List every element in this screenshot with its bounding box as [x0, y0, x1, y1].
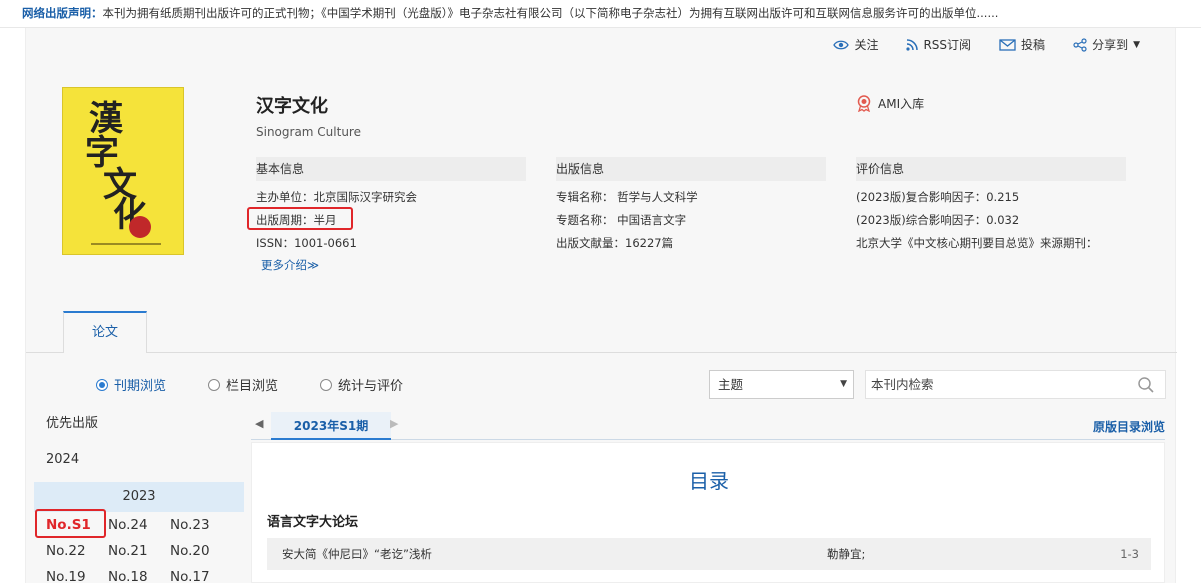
- tab-papers[interactable]: 论文: [63, 311, 147, 353]
- sponsor: 主办单位：北京国际汉字研究会: [256, 190, 417, 204]
- share-label: 分享到: [1092, 38, 1129, 52]
- original-toc-link[interactable]: 原版目录浏览: [1093, 418, 1165, 435]
- search-box: [865, 370, 1166, 399]
- rss-button[interactable]: RSS订阅: [906, 36, 971, 53]
- year-2023[interactable]: 2023: [34, 482, 244, 512]
- article-title[interactable]: 安大简《仲尼曰》“老讫”浅析: [282, 538, 432, 570]
- toc-row[interactable]: 安大简《仲尼曰》“老讫”浅析 勒静宜; 1-3: [267, 538, 1151, 570]
- basic-info-header: 基本信息: [256, 157, 526, 181]
- toolbar: 关注 RSS订阅 投稿 分享到 ▼: [805, 36, 1140, 53]
- article-pages: 1-3: [1120, 547, 1139, 561]
- issue-item[interactable]: No.21: [108, 538, 170, 564]
- browse-mode: 刊期浏览 栏目浏览 统计与评价: [96, 375, 445, 394]
- toc-section-title: 语言文字大论坛: [267, 515, 359, 530]
- rss-label: RSS订阅: [923, 38, 972, 52]
- cover-glyph-1: 漢: [89, 99, 123, 139]
- issue-item[interactable]: No.20: [170, 538, 232, 564]
- eye-icon: [833, 40, 850, 49]
- journal-cover: 漢 字 文 化: [62, 87, 184, 255]
- tabs-divider: [26, 352, 1177, 353]
- radio-column-browse[interactable]: 栏目浏览: [208, 375, 278, 394]
- follow-label: 关注: [854, 38, 879, 52]
- impact-factor-composite: (2023版)复合影响因子：0.215: [856, 190, 1020, 204]
- current-issue-tab[interactable]: 2023年S1期: [271, 412, 391, 440]
- prev-issue-icon[interactable]: ◀: [255, 417, 263, 430]
- notice-label: 网络出版声明：: [22, 6, 103, 20]
- cover-seal: [129, 216, 151, 238]
- table-of-contents: 目录 语言文字大论坛 安大简《仲尼曰》“老讫”浅析 勒静宜; 1-3: [251, 442, 1165, 583]
- search-icon[interactable]: [1137, 376, 1155, 394]
- publish-info: 出版信息 专辑名称： 哲学与人文科学 专题名称： 中国语言文字 出版文献量：16…: [556, 157, 826, 255]
- radio-dot: [96, 378, 108, 391]
- issue-item[interactable]: No.23: [170, 512, 232, 538]
- issue-item[interactable]: No.18: [108, 564, 170, 583]
- evaluation-info: 评价信息 (2023版)复合影响因子：0.215 (2023版)综合影响因子：0…: [856, 157, 1126, 255]
- share-button[interactable]: 分享到 ▼: [1073, 36, 1140, 53]
- search-field-select[interactable]: 主题 ▼: [709, 370, 854, 399]
- cover-strip: [91, 243, 161, 245]
- notice-text: 本刊为拥有纸质期刊出版许可的正式刊物；《中国学术期刊（光盘版）》电子杂志社有限公…: [102, 6, 999, 20]
- radio-label: 栏目浏览: [226, 379, 279, 394]
- dropdown-arrow-icon: ▼: [840, 379, 847, 389]
- award-icon: [857, 95, 871, 112]
- radio-label: 刊期浏览: [114, 379, 167, 394]
- issue-nav: ◀ 2023年S1期 ▶ 原版目录浏览: [251, 412, 1165, 440]
- toc-title: 目录: [689, 469, 729, 493]
- evaluation-info-header: 评价信息: [856, 157, 1126, 181]
- topic-name: 专题名称： 中国语言文字: [556, 213, 687, 227]
- issue-item[interactable]: No.17: [170, 564, 232, 583]
- follow-button[interactable]: 关注: [833, 36, 878, 53]
- next-issue-icon[interactable]: ▶: [390, 417, 398, 430]
- select-value: 主题: [718, 377, 744, 392]
- issue-item[interactable]: No.22: [46, 538, 108, 564]
- impact-factor-comprehensive: (2023版)综合影响因子：0.032: [856, 213, 1020, 227]
- submit-button[interactable]: 投稿: [999, 36, 1045, 53]
- envelope-icon: [999, 38, 1016, 51]
- pku-core-journal: 北京大学《中文核心期刊要目总览》来源期刊：: [856, 236, 1098, 250]
- radio-dot: [320, 378, 333, 391]
- radio-label: 统计与评价: [338, 379, 404, 394]
- publication-notice: 网络出版声明：本刊为拥有纸质期刊出版许可的正式刊物；《中国学术期刊（光盘版）》电…: [0, 0, 1201, 28]
- search-input[interactable]: [866, 371, 1116, 398]
- journal-page: 关注 RSS订阅 投稿 分享到 ▼ 漢 字 文 化 汉字文化 Sinogram …: [25, 28, 1177, 583]
- radio-statistics[interactable]: 统计与评价: [320, 375, 403, 394]
- publish-info-header: 出版信息: [556, 157, 826, 181]
- selected-issue-highlight: [35, 509, 106, 538]
- priority-publish[interactable]: 优先出版: [34, 406, 244, 442]
- issn: ISSN：1001-0661: [256, 236, 357, 250]
- radio-dot: [208, 378, 221, 391]
- ami-badge[interactable]: AMI入库: [856, 95, 924, 112]
- radio-issue-browse[interactable]: 刊期浏览: [96, 375, 166, 394]
- caret-down-icon: ▼: [1133, 39, 1140, 50]
- cycle-highlight: [247, 207, 353, 230]
- publication-count: 出版文献量：16227篇: [556, 236, 674, 250]
- journal-title-en: Sinogram Culture: [256, 125, 361, 139]
- ami-label: AMI入库: [878, 97, 925, 111]
- year-2024[interactable]: 2024: [34, 442, 244, 478]
- share-icon: [1073, 37, 1087, 52]
- submit-label: 投稿: [1021, 38, 1046, 52]
- series-name: 专辑名称： 哲学与人文科学: [556, 190, 698, 204]
- issue-item[interactable]: No.24: [108, 512, 170, 538]
- basic-info: 基本信息 主办单位：北京国际汉字研究会 出版周期：半月 ISSN：1001-06…: [256, 157, 526, 255]
- rss-icon: [906, 38, 919, 51]
- issue-sidebar: 优先出版 2024 2023 No.S1 No.24 No.23 No.22 N…: [34, 406, 244, 583]
- issue-item[interactable]: No.19: [46, 564, 108, 583]
- more-intro-link[interactable]: 更多介绍≫: [261, 257, 319, 273]
- journal-title: 汉字文化: [256, 96, 328, 117]
- article-author[interactable]: 勒静宜;: [827, 538, 865, 570]
